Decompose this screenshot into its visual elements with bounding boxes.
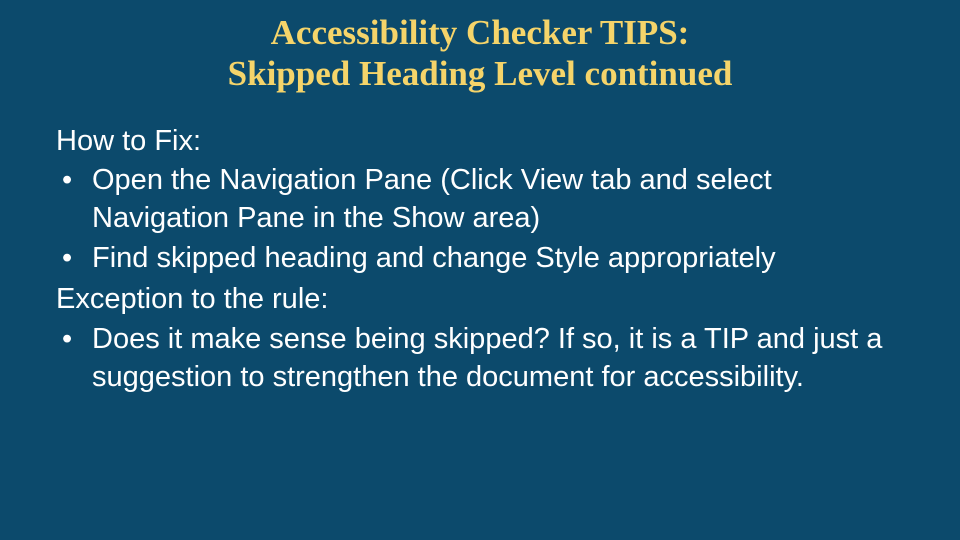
- title-line-2: Skipped Heading Level continued: [228, 54, 733, 93]
- slide-title: Accessibility Checker TIPS: Skipped Head…: [100, 12, 860, 95]
- exception-label: Exception to the rule:: [56, 281, 912, 319]
- list-item: Does it make sense being skipped? If so,…: [56, 321, 912, 396]
- how-to-fix-label: How to Fix:: [56, 123, 912, 161]
- list-item: Find skipped heading and change Style ap…: [56, 240, 912, 278]
- fix-bullet-list: Open the Navigation Pane (Click View tab…: [56, 162, 912, 277]
- list-item: Open the Navigation Pane (Click View tab…: [56, 162, 912, 237]
- exception-bullet-list: Does it make sense being skipped? If so,…: [56, 321, 912, 396]
- slide: Accessibility Checker TIPS: Skipped Head…: [0, 0, 960, 540]
- slide-body: How to Fix: Open the Navigation Pane (Cl…: [56, 123, 912, 397]
- title-line-1: Accessibility Checker TIPS:: [271, 13, 690, 52]
